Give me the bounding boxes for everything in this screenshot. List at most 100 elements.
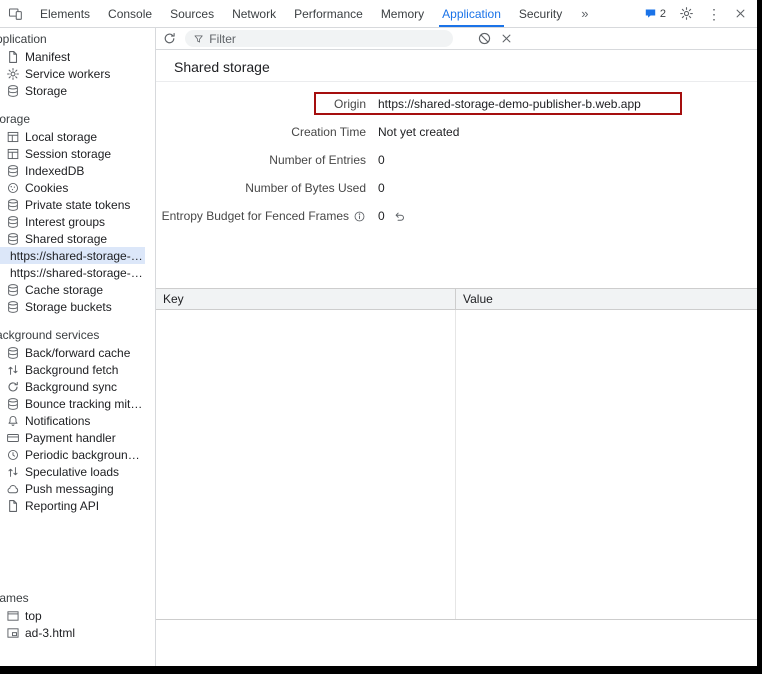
application-sidebar: ApplicationManifestService workers Storag… [0,28,156,666]
sidebar-item-ad-3-html[interactable]: ad-3.html [0,624,145,641]
sidebar-section-title-background-services[interactable]: Background services [0,327,145,344]
iframe-icon [6,626,20,640]
updown-arrows-icon [6,465,20,479]
grid-column-divider [455,310,456,619]
sidebar-item-local-storage[interactable]: Local storage [0,128,145,145]
tab-sources[interactable]: Sources [161,0,223,27]
database-icon [6,164,20,178]
report-field-creation-time: Creation Time Not yet created [156,118,757,146]
sidebar-item-reporting-api[interactable]: Reporting API [0,497,145,514]
grid-header-row: KeyValue [156,289,757,310]
sidebar-item-storage-buckets[interactable]: Storage buckets [0,298,145,315]
database-icon [6,84,20,98]
sidebar-item-shared-storage[interactable]: Shared storage [0,230,145,247]
tab-security[interactable]: Security [510,0,571,27]
sidebar-item-interest-groups[interactable]: Interest groups [0,213,145,230]
screenshot-root: ElementsConsoleSourcesNetworkPerformance… [0,0,762,674]
table-icon [6,147,20,161]
sidebar-item-background-sync[interactable]: Background sync [0,378,145,395]
sidebar-item-manifest[interactable]: Manifest [0,48,145,65]
sidebar-item-label: top [25,609,42,623]
sidebar-item-session-storage[interactable]: Session storage [0,145,145,162]
sidebar-item-label: Storage buckets [25,300,112,314]
tab-application[interactable]: Application [433,0,510,27]
sidebar-item-cookies[interactable]: Cookies [0,179,145,196]
console-message-count: 2 [660,8,666,20]
shared-storage-grid: KeyValue [156,288,757,620]
sidebar-item-back-forward-cache[interactable]: Back/forward cache [0,344,145,361]
info-icon[interactable] [353,210,366,223]
filter-input[interactable] [209,32,445,46]
sidebar-item-https-shared-storage-d[interactable]: https://shared-storage-d… [0,264,145,281]
more-tabs-button[interactable]: » [571,6,598,21]
sidebar-item-payment-handler[interactable]: Payment handler [0,429,145,446]
sidebar-section-title-storage[interactable]: Storage [0,111,145,128]
field-value-text: 0 [378,153,385,167]
sidebar-item-bounce-tracking-mitigations[interactable]: Bounce tracking mitigations [0,395,145,412]
filter-icon [193,33,204,45]
clear-button[interactable] [500,32,513,45]
sidebar-item-label: ad-3.html [25,626,75,640]
filter-box[interactable] [185,30,453,47]
database-icon [6,283,20,297]
sidebar-item-background-fetch[interactable]: Background fetch [0,361,145,378]
tab-console[interactable]: Console [99,0,161,27]
sidebar-item-label: Local storage [25,130,97,144]
tab-network[interactable]: Network [223,0,285,27]
sidebar-section-title-frames[interactable]: Frames [0,590,145,607]
database-icon [6,300,20,314]
sidebar-item-label: IndexedDB [25,164,84,178]
sidebar-item-speculative-loads[interactable]: Speculative loads [0,463,145,480]
console-messages-button[interactable]: 2 [644,7,666,20]
sidebar-item-https-shared-storage-d[interactable]: https://shared-storage-d… [0,247,145,264]
settings-button[interactable] [679,6,694,21]
sidebar-section-storage: Storage Local storageSession storage Index… [0,111,145,315]
field-value-text: 0 [378,209,385,223]
sidebar-item-periodic-background-sync[interactable]: Periodic background sync [0,446,145,463]
kebab-menu-button[interactable]: ⋮ [707,7,721,21]
field-label-text: Creation Time [291,125,366,139]
bell-icon [6,414,20,428]
sidebar-section-background-services: Background servicesBack/forward cacheBac… [0,327,145,514]
sidebar-item-label: Cookies [25,181,68,195]
sidebar-item-notifications[interactable]: Notifications [0,412,145,429]
device-toolbar-button[interactable] [8,6,23,21]
field-value: 0 [378,153,385,167]
sidebar-item-private-state-tokens[interactable]: Private state tokens [0,196,145,213]
sidebar-item-label: Speculative loads [25,465,119,479]
field-value-text: Not yet created [378,125,459,139]
grid-column-key[interactable]: Key [156,289,456,309]
close-devtools-button[interactable] [734,7,747,20]
console-messages-icon [644,7,657,20]
sidebar-item-cache-storage[interactable]: Cache storage [0,281,145,298]
tab-elements[interactable]: Elements [31,0,99,27]
grid-column-value[interactable]: Value [456,289,757,309]
sidebar-item-label: Periodic background sync [25,448,145,462]
tab-performance[interactable]: Performance [285,0,372,27]
sidebar-section-title-application[interactable]: Application [0,31,145,48]
sidebar-item-label: Interest groups [25,215,105,229]
field-value: 0 [378,181,385,195]
close-icon [500,32,513,45]
refresh-button[interactable] [162,31,177,46]
tab-memory[interactable]: Memory [372,0,433,27]
device-toolbar-icon [8,6,23,21]
sidebar-item-storage[interactable]: Storage [0,82,145,99]
sidebar-item-label: Storage [25,84,67,98]
delete-all-button[interactable] [477,31,492,46]
report-title: Shared storage [156,50,757,82]
sidebar-item-push-messaging[interactable]: Push messaging [0,480,145,497]
sidebar-section-frames: Frames top ad-3.html [0,590,145,641]
field-label: Entropy Budget for Fenced Frames [156,209,366,223]
report-fields: Originhttps://shared-storage-demo-publis… [156,82,757,230]
sidebar-item-service-workers[interactable]: Service workers [0,65,145,82]
sidebar-item-top[interactable]: top [0,607,145,624]
sidebar-item-indexeddb[interactable]: IndexedDB [0,162,145,179]
field-value-text: 0 [378,181,385,195]
refresh-icon [162,31,177,46]
database-icon [6,346,20,360]
sidebar-item-label: Cache storage [25,283,103,297]
field-label-text: Number of Bytes Used [245,181,366,195]
reset-budget-icon[interactable] [393,210,406,223]
gear-icon [679,6,694,21]
